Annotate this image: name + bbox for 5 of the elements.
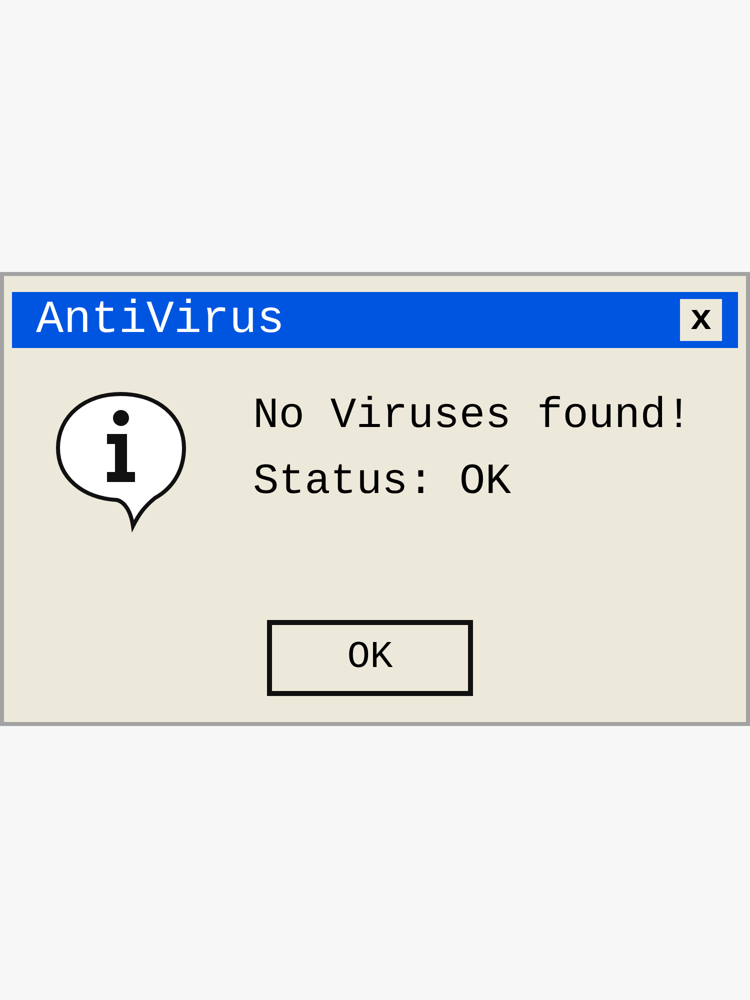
- window-title: AntiVirus: [36, 297, 284, 343]
- close-button[interactable]: x: [680, 299, 722, 341]
- ok-button[interactable]: OK: [267, 620, 473, 696]
- message-text: No Viruses found!: [253, 394, 692, 438]
- message-text: Status: OK: [253, 460, 512, 504]
